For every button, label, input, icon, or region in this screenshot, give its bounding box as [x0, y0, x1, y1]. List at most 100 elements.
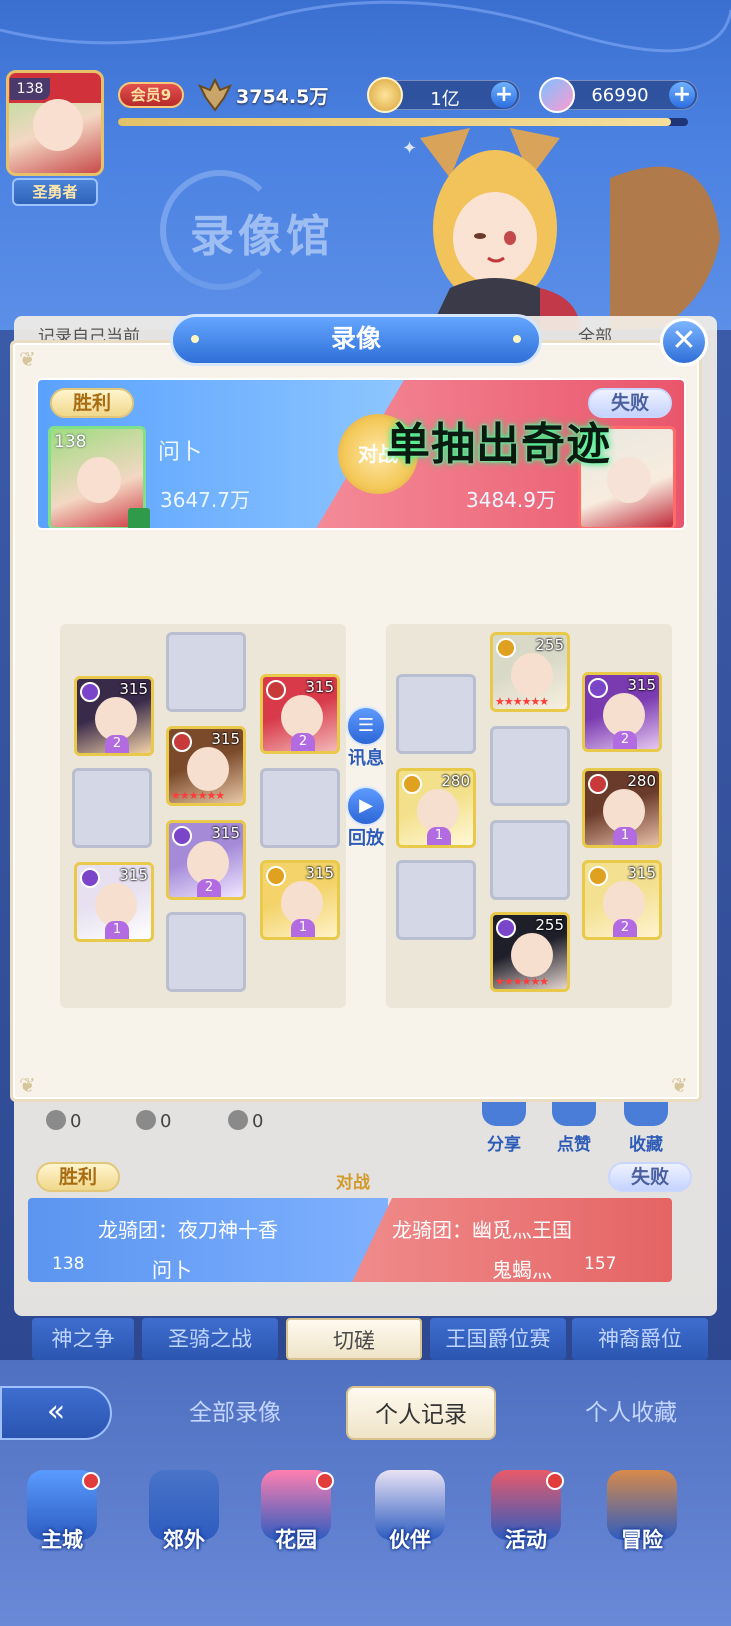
- hero-class-icon: [172, 826, 192, 846]
- hero-level: 255: [535, 636, 564, 654]
- combat-power-icon: [198, 78, 232, 112]
- gem-icon: [539, 77, 575, 113]
- gold-value: 1亿: [430, 89, 460, 110]
- winner-hero-card[interactable]: 315 2: [260, 674, 340, 754]
- nav-label: 主城: [41, 1528, 83, 1552]
- hero-star-badge: 1: [291, 919, 315, 937]
- winner-empty-slot: [260, 768, 340, 848]
- like-button[interactable]: 点赞: [546, 1100, 602, 1162]
- message-button[interactable]: ☰ 讯息: [346, 706, 386, 770]
- nav-garden[interactable]: 花园: [246, 1460, 346, 1626]
- tab-spar[interactable]: 切磋: [286, 1318, 422, 1360]
- nav-label: 郊外: [163, 1528, 205, 1552]
- tab-personal-favorites[interactable]: 个人收藏: [546, 1386, 716, 1440]
- favorite-button[interactable]: 收藏: [618, 1100, 674, 1162]
- right-player-level: 157: [584, 1254, 617, 1274]
- gem-value: 66990: [591, 85, 649, 106]
- back-button[interactable]: «: [0, 1386, 112, 1440]
- win-tag: 胜利: [50, 388, 134, 418]
- nav-label: 花园: [275, 1528, 317, 1552]
- share-icon: [482, 1100, 526, 1126]
- hall-banner: 录像馆: [160, 170, 400, 290]
- hero-level: 315: [119, 866, 148, 884]
- fox-girl-character-art: [420, 128, 720, 330]
- hero-face: [511, 933, 553, 977]
- loser-hero-card[interactable]: 255 ★★★★★★: [490, 912, 570, 992]
- nav-event-gift[interactable]: 活动: [476, 1460, 576, 1626]
- winner-empty-slot: [166, 632, 246, 712]
- tab-god-war[interactable]: 神之争: [32, 1318, 134, 1360]
- notification-dot-icon: [82, 1472, 100, 1490]
- tab-personal-records[interactable]: 个人记录: [346, 1386, 496, 1440]
- close-button[interactable]: ✕: [660, 318, 708, 366]
- notification-dot-icon: [546, 1472, 564, 1490]
- corner-ornament-icon: ❦: [19, 347, 36, 371]
- tab-knight-battle[interactable]: 圣骑之战: [142, 1318, 278, 1360]
- loser-hero-card[interactable]: 255 ★★★★★★: [490, 632, 570, 712]
- hero-level: 315: [305, 678, 334, 696]
- nav-partner[interactable]: 伙伴: [360, 1460, 460, 1626]
- add-gem-button[interactable]: +: [669, 82, 695, 108]
- share-button[interactable]: 分享: [476, 1100, 532, 1162]
- record-entry[interactable]: 龙骑团：夜刀神十香 龙骑团：幽觅灬王国 138 问卜 鬼蝎灬 157: [28, 1198, 672, 1282]
- hero-class-icon: [266, 866, 286, 886]
- winner-hero-card[interactable]: 315 1: [260, 860, 340, 940]
- winner-level: 138: [54, 432, 87, 452]
- loser-hero-card[interactable]: 315 2: [582, 860, 662, 940]
- like-label: 点赞: [557, 1135, 591, 1155]
- tab-all-records[interactable]: 全部录像: [150, 1386, 320, 1440]
- modal-title: 录像: [170, 314, 542, 366]
- left-player-level: 138: [52, 1254, 85, 1274]
- player-title-badge[interactable]: 圣勇者: [12, 178, 98, 206]
- hero-class-icon: [402, 774, 422, 794]
- replay-icon: ▶: [346, 786, 386, 826]
- record-entry-header: 胜利 对战 失败: [36, 1160, 696, 1196]
- loser-hero-card[interactable]: 315 2: [582, 672, 662, 752]
- winner-name: 问卜: [158, 440, 203, 465]
- hero-star-badge: 2: [197, 879, 221, 897]
- portrait-face: [607, 457, 651, 503]
- hero-class-icon: [588, 774, 608, 794]
- hero-level: 315: [211, 824, 240, 842]
- loser-hero-card[interactable]: 280 1: [582, 768, 662, 848]
- tab-kingdom-rank[interactable]: 王国爵位赛: [430, 1318, 566, 1360]
- loser-hero-card[interactable]: 280 1: [396, 768, 476, 848]
- hero-level: 315: [627, 676, 656, 694]
- hero-stars-icon: ★★★★★★: [495, 695, 549, 708]
- gold-coin-icon: [367, 77, 403, 113]
- winner-hero-card[interactable]: 315 2: [74, 676, 154, 756]
- replay-button[interactable]: ▶ 回放: [346, 786, 386, 850]
- add-gold-button[interactable]: +: [491, 82, 517, 108]
- winner-hero-card[interactable]: 315 ★★★★★★: [166, 726, 246, 806]
- combat-power-value: 3754.5万: [236, 86, 329, 108]
- nav-outskirts[interactable]: 郊外: [134, 1460, 234, 1626]
- share-icon: [136, 1110, 156, 1130]
- hero-class-icon: [496, 638, 516, 658]
- nav-castle[interactable]: 主城: [12, 1460, 112, 1626]
- video-overlay-caption: 单抽出奇迹: [386, 419, 611, 470]
- winner-hero-card[interactable]: 315 2: [166, 820, 246, 900]
- loser-empty-slot: [490, 820, 570, 900]
- modal-title-text: 录像: [330, 324, 381, 353]
- like-count: 0: [228, 1110, 263, 1132]
- hero-class-icon: [172, 732, 192, 752]
- message-icon: ☰: [346, 706, 386, 746]
- loser-empty-slot: [396, 674, 476, 754]
- gift-icon: [128, 508, 150, 528]
- hero-star-badge: 2: [613, 919, 637, 937]
- nav-label: 活动: [505, 1528, 547, 1552]
- share-count: 0: [136, 1110, 171, 1132]
- hero-star-badge: 2: [613, 731, 637, 749]
- right-team-name: 龙骑团：幽觅灬王国: [392, 1218, 572, 1242]
- like-count-value: 0: [252, 1111, 264, 1132]
- favorite-icon: [624, 1100, 668, 1126]
- winner-hero-card[interactable]: 315 1: [74, 862, 154, 942]
- tab-divine-rank[interactable]: 神裔爵位: [572, 1318, 708, 1360]
- favorite-label: 收藏: [629, 1135, 663, 1155]
- nav-adventure[interactable]: 冒险: [592, 1460, 692, 1626]
- title-dot-icon: [513, 335, 521, 343]
- gold-resource: 1亿 +: [367, 77, 520, 113]
- corner-ornament-icon: ❦: [19, 1073, 36, 1097]
- right-player-name: 鬼蝎灬: [492, 1258, 552, 1282]
- vip-badge[interactable]: 会员9: [118, 82, 184, 108]
